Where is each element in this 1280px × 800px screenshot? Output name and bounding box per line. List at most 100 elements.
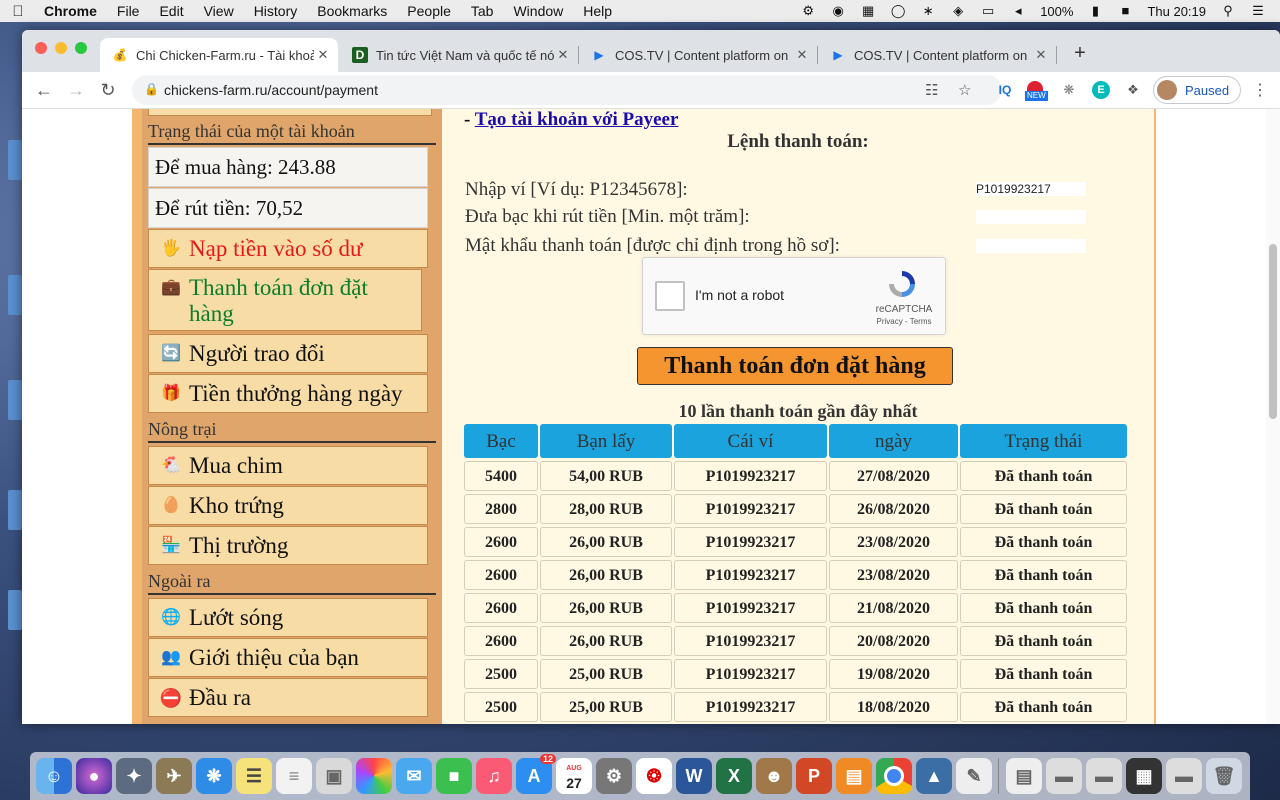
sidebar-item-daily-bonus[interactable]: 🎁 Tiền thưởng hàng ngày xyxy=(148,374,428,413)
window-thumbnail-icon[interactable]: ▬ xyxy=(1166,758,1202,794)
textedit-icon[interactable]: ✎ xyxy=(956,758,992,794)
window-thumbnail-icon[interactable]: ▬ xyxy=(1046,758,1082,794)
pay-order-button[interactable]: Thanh toán đơn đặt hàng xyxy=(637,347,953,385)
scrollbar[interactable] xyxy=(1266,109,1280,724)
photo-booth-icon[interactable]: ▣ xyxy=(316,758,352,794)
sidebar-item-deposit[interactable]: 🖐 Nạp tiền vào số dư xyxy=(148,229,428,268)
close-tab-icon[interactable]: ✕ xyxy=(1032,47,1050,63)
tab-chicken-farm[interactable]: 💰 Chi Chicken-Farm.ru - Tài khoả ✕ xyxy=(100,38,338,72)
iq-extension-icon[interactable]: IQ xyxy=(996,81,1014,99)
menu-tab[interactable]: Tab xyxy=(461,3,504,19)
new-extension-icon[interactable]: NEW xyxy=(1025,81,1048,101)
messages-icon[interactable]: ✉ xyxy=(396,758,432,794)
clock[interactable]: Thu 20:19 xyxy=(1147,4,1206,19)
window-thumbnail-icon[interactable]: ▬ xyxy=(1086,758,1122,794)
disk-icon[interactable]: ◯ xyxy=(890,4,906,18)
new-tab-button[interactable]: + xyxy=(1066,40,1094,68)
sidebar-item-surfing[interactable]: 🌐 Lướt sóng xyxy=(148,598,428,637)
menu-file[interactable]: File xyxy=(107,3,150,19)
menu-help[interactable]: Help xyxy=(573,3,622,19)
wallet-input[interactable]: P1019923217 xyxy=(976,182,1086,196)
recaptcha-terms-link[interactable]: Privacy - Terms xyxy=(871,317,937,326)
calendar-icon[interactable]: AUG 27 xyxy=(556,758,592,794)
mountain-app-icon[interactable]: ▲ xyxy=(916,758,952,794)
close-tab-icon[interactable]: ✕ xyxy=(793,47,811,63)
profile-button[interactable]: Paused xyxy=(1153,76,1241,104)
desktop-item-icon[interactable] xyxy=(8,275,22,315)
e-extension-icon[interactable]: E xyxy=(1092,81,1110,99)
status-app-icon[interactable]: ⚙ xyxy=(800,4,816,18)
creative-cloud-icon[interactable]: ◉ xyxy=(830,4,846,18)
chrome-icon[interactable] xyxy=(876,758,912,794)
sidebar-item-egg-storage[interactable]: 🥚 Kho trứng xyxy=(148,486,428,525)
acrobat-icon[interactable]: ❂ xyxy=(636,758,672,794)
system-preferences-icon[interactable]: ⚙ xyxy=(596,758,632,794)
document-stack-icon[interactable]: ▤ xyxy=(1006,758,1042,794)
scrollbar-thumb[interactable] xyxy=(1269,244,1277,419)
menu-bookmarks[interactable]: Bookmarks xyxy=(307,3,397,19)
notes-icon[interactable]: ☰ xyxy=(236,758,272,794)
zoom-window-button[interactable] xyxy=(75,42,87,54)
sidebar-item-buy-birds[interactable]: 🐔 Mua chim xyxy=(148,446,428,485)
tab-news[interactable]: D Tin tức Việt Nam và quốc tế nó ✕ xyxy=(340,38,578,72)
sidebar-item-exchange[interactable]: 🔄 Người trao đổi xyxy=(148,334,428,373)
excel-icon[interactable]: X xyxy=(716,758,752,794)
menu-history[interactable]: History xyxy=(244,3,308,19)
sidebar-item-referrals[interactable]: 👥 Giới thiệu của bạn xyxy=(148,638,428,677)
reload-icon[interactable]: ↻ xyxy=(96,78,120,102)
battery-percent[interactable]: 100% xyxy=(1040,4,1073,19)
payment-password-input[interactable] xyxy=(976,239,1086,253)
close-tab-icon[interactable]: ✕ xyxy=(554,47,572,63)
desktop-item-icon[interactable] xyxy=(8,490,22,530)
settings-extension-icon[interactable]: ❋ xyxy=(1060,81,1078,99)
contacts-icon[interactable]: ☻ xyxy=(756,758,792,794)
amount-input[interactable] xyxy=(976,210,1086,224)
terminal-icon[interactable]: ▦ xyxy=(1126,758,1162,794)
word-icon[interactable]: W xyxy=(676,758,712,794)
minimize-window-button[interactable] xyxy=(55,42,67,54)
grid-app-icon[interactable]: ▦ xyxy=(860,4,876,18)
menu-view[interactable]: View xyxy=(194,3,244,19)
battery-icon[interactable]: ▮ xyxy=(1087,4,1103,18)
photos-icon[interactable] xyxy=(356,758,392,794)
sidebar-item-cutoff[interactable] xyxy=(148,109,432,116)
menu-people[interactable]: People xyxy=(397,3,461,19)
translate-icon[interactable]: ☷ xyxy=(925,81,938,99)
more-menu-icon[interactable]: ⋮ xyxy=(1252,80,1268,100)
app-store-icon[interactable]: A 12 xyxy=(516,754,556,794)
bluetooth-icon[interactable]: ∗ xyxy=(920,4,936,18)
forward-icon[interactable]: → xyxy=(64,78,88,102)
safari-icon[interactable]: ❋ xyxy=(196,758,232,794)
notification-center-icon[interactable]: ☰ xyxy=(1250,4,1266,18)
siri-icon[interactable]: ● xyxy=(76,758,112,794)
lock-icon[interactable]: 🔒 xyxy=(144,82,159,96)
facetime-icon[interactable]: ■ xyxy=(436,758,472,794)
create-payeer-link[interactable]: Tạo tài khoản với Payeer xyxy=(475,109,679,130)
menu-edit[interactable]: Edit xyxy=(149,3,193,19)
user-switch-icon[interactable]: ■ xyxy=(1117,4,1133,18)
airplay-icon[interactable]: ▭ xyxy=(980,4,996,18)
reminders-icon[interactable]: ≡ xyxy=(276,758,312,794)
close-window-button[interactable] xyxy=(35,42,47,54)
music-icon[interactable]: ♫ xyxy=(476,758,512,794)
volume-icon[interactable]: ◂ xyxy=(1010,4,1026,18)
desktop-item-icon[interactable] xyxy=(8,380,22,420)
desktop-item-icon[interactable] xyxy=(8,140,22,180)
back-icon[interactable]: ← xyxy=(32,78,56,102)
url-text[interactable]: chickens-farm.ru/account/payment xyxy=(164,82,378,98)
sidebar-item-market[interactable]: 🏪 Thị trường xyxy=(148,526,428,565)
trash-icon[interactable]: 🗑 xyxy=(1206,758,1242,794)
books-icon[interactable]: ▤ xyxy=(836,758,872,794)
wifi-icon[interactable]: ◈ xyxy=(950,4,966,18)
menu-window[interactable]: Window xyxy=(503,3,573,19)
sidebar-item-logout[interactable]: ⛔ Đầu ra xyxy=(148,678,428,717)
powerpoint-icon[interactable]: P xyxy=(796,758,832,794)
close-tab-icon[interactable]: ✕ xyxy=(314,47,332,63)
tab-costv-1[interactable]: ▶ COS.TV | Content platform on ✕ xyxy=(579,38,817,72)
recaptcha-checkbox[interactable] xyxy=(655,281,685,311)
preview-app-icon[interactable]: ✈ xyxy=(156,758,192,794)
finder-icon[interactable]: ☺ xyxy=(36,758,72,794)
tab-costv-2[interactable]: ▶ COS.TV | Content platform on ✕ xyxy=(818,38,1056,72)
launchpad-icon[interactable]: ✦ xyxy=(116,758,152,794)
apple-icon[interactable]:  xyxy=(0,3,36,20)
